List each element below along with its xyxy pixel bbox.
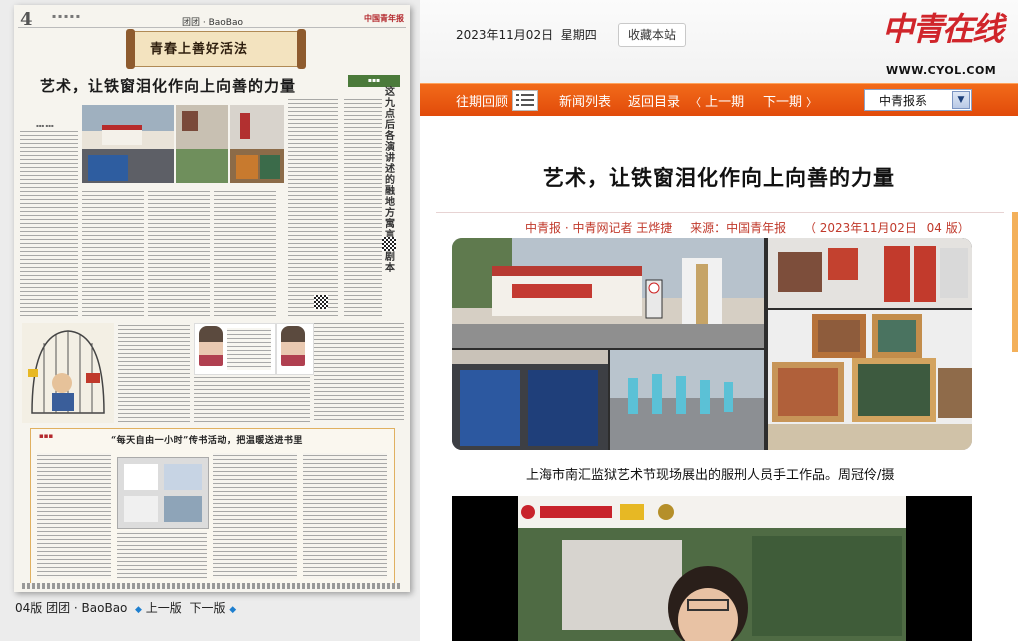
edition-pager: 04版 团团 · BaoBao ◆ 上一版 下一版 ◆ [15,599,236,616]
paper-byline: ▪▪▪ ▪▪▪ [36,123,54,128]
text-column [303,453,387,579]
arrow-right-icon: ◆ [229,605,237,615]
cartoon-illustration [22,323,114,423]
text-column [37,453,111,579]
article-photo[interactable] [452,238,972,450]
chevron-right-icon: 〉 [806,96,818,109]
paper-logo: 中国青年报 [364,13,404,23]
text-column [288,97,338,317]
site-url: WWW.CYOL.COM [886,64,997,77]
feature-headline: “每天自由一小时”传书活动，把温暖送进书里 [111,436,303,446]
nav-news-list[interactable]: 新闻列表 [559,91,611,110]
arrow-left-icon: ◆ [135,605,142,615]
next-edition-link[interactable]: 下一版 [189,601,225,615]
site-header: 2023年11月02日 星期四 收藏本站 中青在线 WWW.CYOL.COM [420,0,1018,83]
qr-code-icon [314,295,328,309]
article-edition: 04 版） [926,221,970,235]
paper-headline: 艺术，让铁窗泪化作向上向善的力量 [40,77,297,95]
text-column [82,189,144,317]
newspaper-select[interactable]: 中青报系 ▼ [864,89,972,111]
edition-label: 04版 团团 · BaoBao [15,601,128,615]
article-date: （ 2023年11月02日 [803,221,921,235]
author-bio [194,323,276,375]
video-player[interactable] [452,496,972,641]
avatar [199,326,223,366]
qr-code-icon [382,237,396,251]
text-column [214,189,276,317]
article-pane: 2023年11月02日 星期四 收藏本站 中青在线 WWW.CYOL.COM 往… [420,0,1018,641]
bookmark-button[interactable]: 收藏本站 [618,23,686,47]
text-column [20,129,78,317]
text-column [213,453,297,579]
masthead-small: ▪ ▪ ▪ ▪ ▪ [52,13,80,20]
banner-title: 青春上善好活法 [150,42,249,57]
side-column-logo: ▪▪▪ [348,75,400,87]
paper-photo [82,105,284,183]
divider [18,27,406,28]
paper-footer [22,583,402,589]
author-bio [276,323,314,375]
current-date: 2023年11月02日 星期四 [456,28,597,42]
article-source: 来源：中国青年报 [690,221,787,235]
column-banner: 青春上善好活法 [126,29,306,69]
text-column [194,375,310,423]
photo-caption: 上海市南汇监狱艺术节现场展出的服刑人员手工作品。周冠伶/摄 [526,468,895,483]
article-byline: 中青报 · 中青网记者 王烨捷 [525,221,673,235]
text-column [118,323,190,423]
chevron-down-icon[interactable]: ▼ [952,91,970,109]
nav-back-to-index[interactable]: 返回目录 [628,91,680,110]
nav-next-issue[interactable]: 下一期 〉 [763,91,817,110]
scrollbar[interactable] [1012,212,1018,352]
text-column [148,189,210,317]
article-meta: 中青报 · 中青网记者 王烨捷 来源：中国青年报 （ 2023年11月02日 0… [525,219,984,236]
feature-photo [117,457,209,529]
nav-bar: 往期回顾 新闻列表 返回目录 〈 上一期 下一期 〉 中青报系 ▼ [420,83,1018,116]
chevron-left-icon: 〈 [690,96,701,109]
nav-prev-issue[interactable]: 〈 上一期 [690,91,744,110]
list-icon[interactable] [512,90,538,111]
text-column [344,97,382,317]
avatar [281,326,305,366]
divider [436,212,1004,213]
nav-past-review[interactable]: 往期回顾 [456,91,508,110]
text-column [314,321,404,421]
feature-box: ▪▪▪ “每天自由一小时”传书活动，把温暖送进书里 [30,428,395,585]
newspaper-page-image[interactable]: 4 ▪ ▪ ▪ ▪ ▪ 团团 · BaoBao 中国青年报 青春上善好活法 艺术… [14,5,410,592]
newspaper-pane: 4 ▪ ▪ ▪ ▪ ▪ 团团 · BaoBao 中国青年报 青春上善好活法 艺术… [0,0,430,641]
site-logo[interactable]: 中青在线 [882,4,1004,50]
prev-edition-link[interactable]: 上一版 [146,601,182,615]
article-title: 艺术，让铁窗泪化作向上向善的力量 [543,166,895,190]
text-column [117,531,207,579]
